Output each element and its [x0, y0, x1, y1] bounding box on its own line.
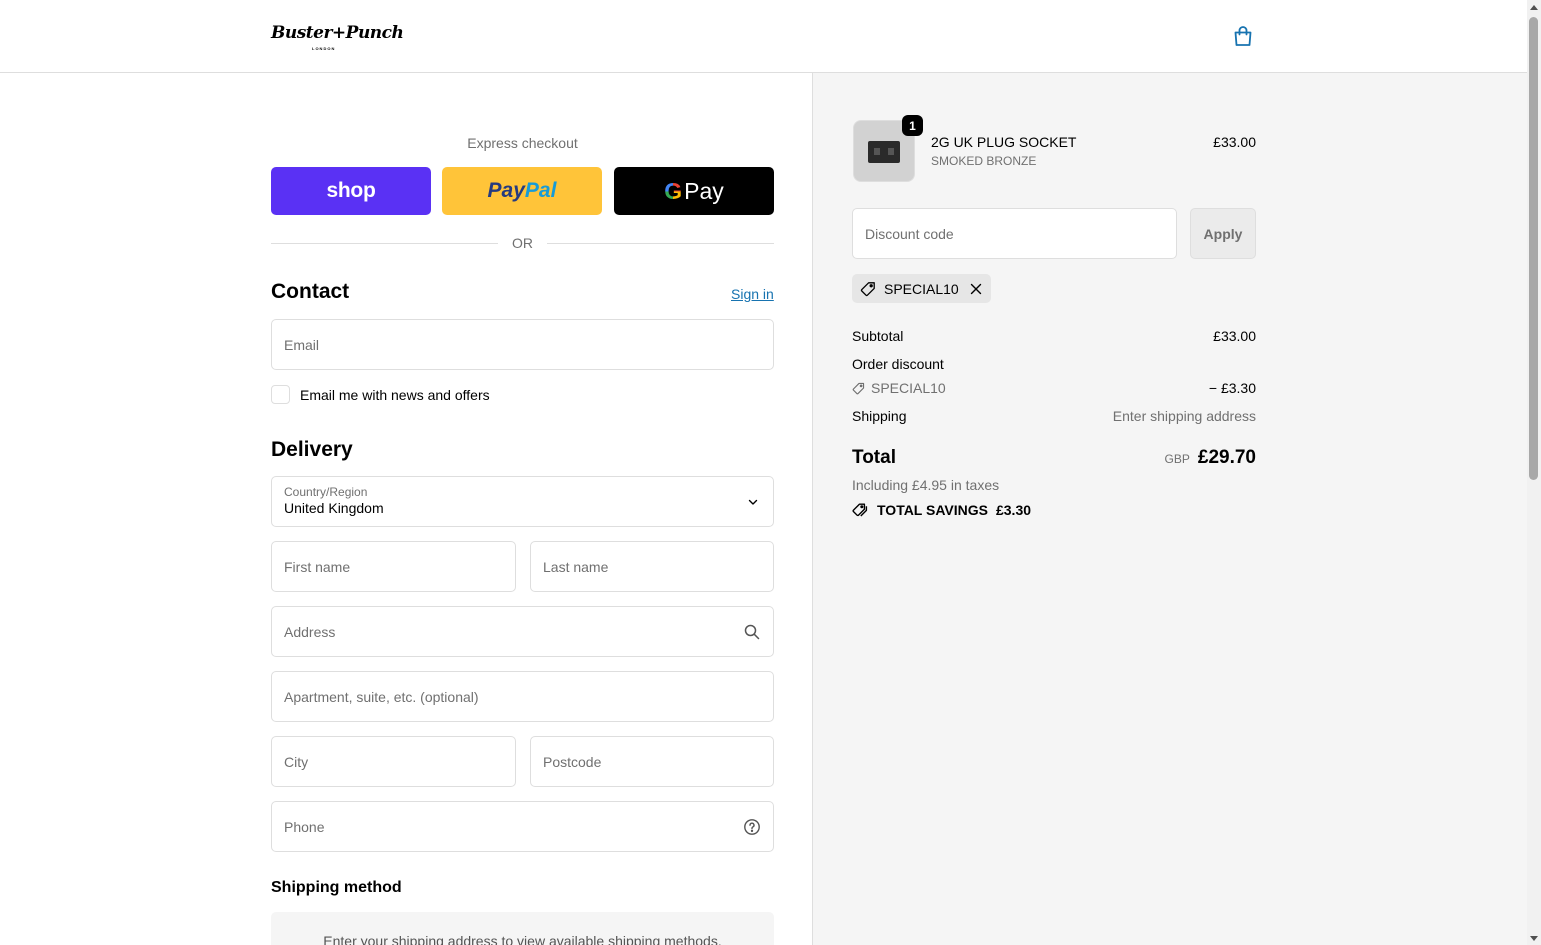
- contact-title: Contact: [271, 280, 350, 303]
- product-variant: SMOKED BRONZE: [931, 154, 1037, 168]
- order-summary: 1 2G UK PLUG SOCKET SMOKED BRONZE £33.00…: [812, 73, 1527, 945]
- shipping-method-title: Shipping method: [271, 879, 402, 896]
- order-discount-label: Order discount: [852, 356, 944, 372]
- country-label: Country/Region: [284, 485, 368, 499]
- newsletter-option[interactable]: Email me with news and offers: [271, 385, 490, 404]
- shopping-bag-icon[interactable]: [1231, 24, 1255, 48]
- search-icon[interactable]: [743, 623, 761, 641]
- applied-discount-chip: SPECIAL10: [852, 274, 991, 303]
- product-name: 2G UK PLUG SOCKET: [931, 134, 1077, 150]
- address-input[interactable]: [284, 623, 761, 640]
- applied-code-label: SPECIAL10: [884, 280, 959, 297]
- postcode-field[interactable]: [530, 736, 774, 787]
- delivery-title: Delivery: [271, 438, 353, 461]
- scrollbar-thumb[interactable]: [1529, 17, 1538, 480]
- discount-value: − £3.30: [1208, 380, 1256, 396]
- discount-code-input[interactable]: [865, 225, 1164, 242]
- shop-pay-label: shop: [326, 179, 376, 202]
- page-scrollbar[interactable]: [1527, 0, 1541, 945]
- scroll-up-arrow-icon[interactable]: [1530, 5, 1538, 10]
- scroll-down-arrow-icon[interactable]: [1530, 936, 1538, 941]
- paypal-button[interactable]: Pay Pal: [442, 167, 602, 215]
- tags-icon: [852, 503, 868, 516]
- shipping-label: Shipping: [852, 408, 907, 424]
- tag-icon: [852, 382, 865, 394]
- discount-code-name: SPECIAL10: [871, 380, 946, 396]
- paypal-label-pay: Pay: [487, 179, 525, 202]
- brand-logo[interactable]: Buster+Punch LONDON: [271, 18, 404, 54]
- paypal-label-pal: Pal: [524, 179, 557, 202]
- total-amount: £29.70: [1197, 447, 1256, 468]
- country-value: United Kingdom: [284, 500, 384, 516]
- phone-input[interactable]: [284, 818, 761, 835]
- brand-name: Buster+Punch: [271, 23, 404, 43]
- first-name-field[interactable]: [271, 541, 516, 592]
- apartment-field[interactable]: [271, 671, 774, 722]
- brand-city: LONDON: [312, 46, 336, 51]
- google-pay-label: Pay: [684, 177, 724, 204]
- phone-field[interactable]: [271, 801, 774, 852]
- express-checkout-title: Express checkout: [467, 135, 578, 151]
- city-input[interactable]: [284, 753, 503, 770]
- email-input[interactable]: [284, 336, 761, 353]
- last-name-field[interactable]: [530, 541, 774, 592]
- tax-note: Including £4.95 in taxes: [852, 477, 1000, 493]
- city-field[interactable]: [271, 736, 516, 787]
- savings-label: TOTAL SAVINGS: [877, 502, 988, 518]
- or-divider: OR: [271, 233, 774, 253]
- shipping-row: Shipping Enter shipping address: [852, 408, 1256, 424]
- discount-code-field[interactable]: [852, 208, 1177, 259]
- order-discount-row: Order discount: [852, 356, 1256, 372]
- product-price: £33.00: [1213, 134, 1256, 150]
- shipping-value: Enter shipping address: [1112, 408, 1256, 424]
- divider-line: [547, 242, 774, 244]
- address-field[interactable]: [271, 606, 774, 657]
- shipping-method-message: Enter your shipping address to view avai…: [323, 933, 722, 945]
- close-icon[interactable]: [969, 282, 983, 296]
- total-savings: TOTAL SAVINGS £3.30: [852, 502, 1031, 518]
- currency-code: GBP: [1164, 452, 1190, 466]
- newsletter-checkbox[interactable]: [271, 385, 290, 404]
- email-field[interactable]: [271, 319, 774, 370]
- or-label: OR: [512, 235, 533, 251]
- total-value-group: GBP £29.70: [1165, 447, 1256, 469]
- tag-icon: [860, 281, 875, 296]
- divider-line: [271, 242, 498, 244]
- discount-code-tag: SPECIAL10: [852, 380, 946, 396]
- discount-code-row: SPECIAL10 − £3.30: [852, 380, 1256, 396]
- sign-in-link[interactable]: Sign in: [731, 286, 774, 302]
- last-name-input[interactable]: [543, 558, 761, 575]
- site-header: Buster+Punch LONDON: [0, 0, 1527, 73]
- chevron-down-icon: [748, 499, 758, 505]
- quantity-badge: 1: [902, 115, 923, 136]
- shipping-method-notice: Enter your shipping address to view avai…: [271, 912, 774, 945]
- plug-socket-image: [868, 141, 900, 163]
- savings-value: £3.30: [995, 502, 1032, 518]
- postcode-input[interactable]: [543, 753, 761, 770]
- checkout-form: Express checkout shop Pay Pal G Pay OR Co…: [0, 73, 812, 945]
- subtotal-row: Subtotal £33.00: [852, 328, 1256, 344]
- first-name-input[interactable]: [284, 558, 503, 575]
- apartment-input[interactable]: [284, 688, 761, 705]
- country-select[interactable]: Country/Region United Kingdom: [271, 476, 774, 527]
- total-label: Total: [852, 447, 896, 468]
- google-pay-button[interactable]: G Pay: [614, 167, 774, 215]
- subtotal-label: Subtotal: [852, 328, 904, 344]
- subtotal-value: £33.00: [1213, 328, 1256, 344]
- help-icon[interactable]: [743, 818, 761, 836]
- newsletter-label: Email me with news and offers: [300, 386, 490, 403]
- apply-discount-button[interactable]: Apply: [1190, 208, 1256, 259]
- google-g-icon: G: [664, 177, 683, 204]
- shop-pay-button[interactable]: shop: [271, 167, 431, 215]
